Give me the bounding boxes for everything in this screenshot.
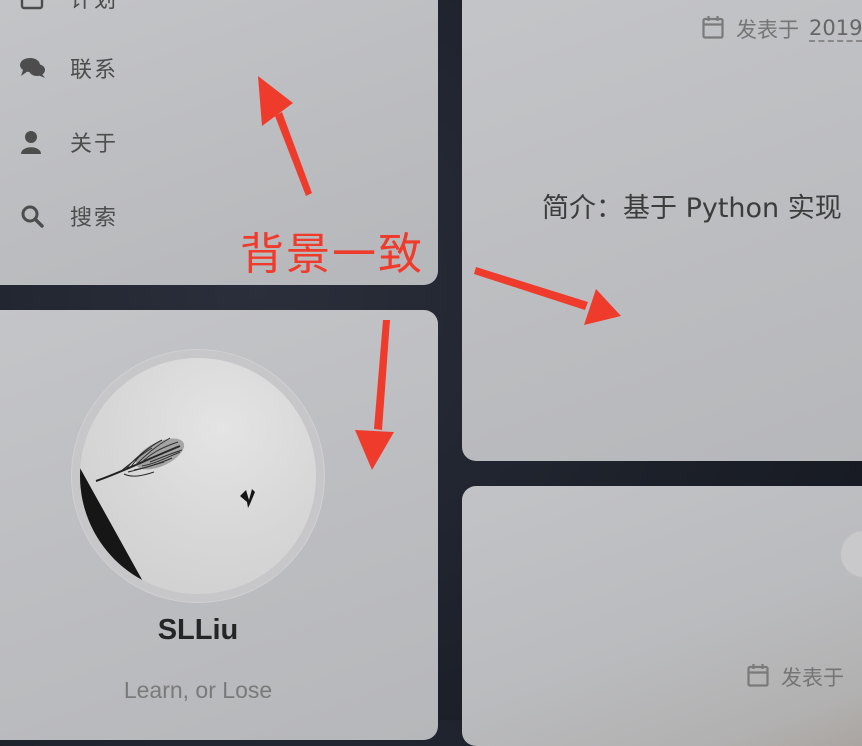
post-card (462, 486, 862, 746)
post-excerpt: 简介：基于 Python 实现 (542, 193, 842, 224)
sidebar-item-search[interactable]: 搜索 (20, 196, 118, 236)
sidebar-item-label: 联系 (70, 58, 119, 83)
post-meta: 发表于 2019 (702, 14, 862, 44)
calendar-icon (20, 0, 46, 11)
post-date[interactable]: 2019 (809, 16, 862, 42)
calendar-icon (747, 663, 769, 692)
search-icon (20, 203, 46, 229)
sidebar-item-plan[interactable]: 计划 (20, 0, 118, 18)
post-card (462, 0, 862, 461)
sidebar-item-label: 计划 (70, 0, 119, 13)
user-icon (20, 129, 46, 155)
sidebar-item-contact[interactable]: 联系 (20, 48, 118, 88)
site-description: Learn, or Lose (123, 677, 273, 703)
post-meta-label: 发表于 (736, 18, 799, 42)
avatar[interactable] (72, 350, 324, 602)
annotation-text: 背景一致 (240, 229, 424, 280)
calendar-icon (702, 15, 724, 44)
post-meta-label: 发表于 (781, 666, 844, 690)
site-author-name: SLLiu (157, 614, 239, 646)
post-meta: 发表于 (747, 662, 844, 692)
sidebar-item-label: 关于 (70, 132, 119, 157)
sidebar-item-label: 搜索 (70, 206, 119, 231)
comments-icon (20, 55, 46, 81)
sidebar-item-about[interactable]: 关于 (20, 122, 118, 162)
avatar-feather-bird-image (80, 358, 316, 594)
